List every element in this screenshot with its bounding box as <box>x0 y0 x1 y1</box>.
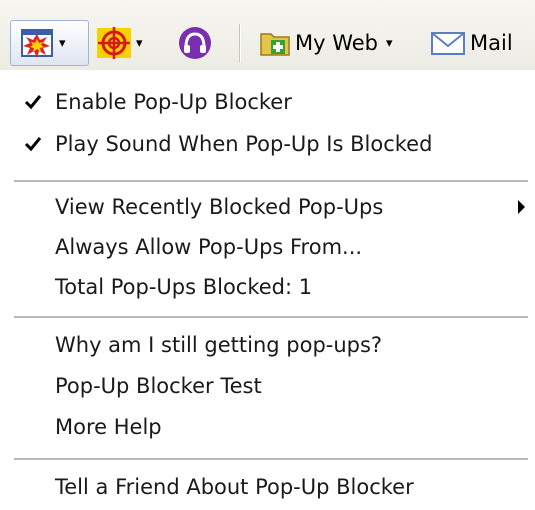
popup-blocker-burst-icon <box>19 25 55 61</box>
menu-item-label: More Help <box>55 415 162 439</box>
menu-item-label: Play Sound When Pop-Up Is Blocked <box>55 132 433 156</box>
checkmark-icon <box>24 135 42 153</box>
headphones-button[interactable] <box>178 25 212 61</box>
menu-item-label: Total Pop-Ups Blocked: 1 <box>55 275 313 299</box>
my-web-label: My Web <box>295 31 379 55</box>
menu-item-label: Pop-Up Blocker Test <box>55 374 262 398</box>
headphones-icon <box>178 26 212 60</box>
menu-item-play-sound[interactable]: Play Sound When Pop-Up Is Blocked <box>0 124 535 164</box>
menu-item-label: View Recently Blocked Pop-Ups <box>55 195 384 219</box>
menu-item-tell-a-friend[interactable]: Tell a Friend About Pop-Up Blocker <box>0 467 535 507</box>
menu-item-label: Tell a Friend About Pop-Up Blocker <box>55 475 414 499</box>
menu-separator <box>14 316 528 318</box>
menu-item-blocker-test[interactable]: Pop-Up Blocker Test <box>0 366 535 406</box>
checkmark-icon <box>24 93 42 111</box>
submenu-arrow-icon <box>518 200 525 214</box>
menu-separator <box>14 458 528 460</box>
envelope-icon <box>430 29 466 57</box>
mail-label: Mail <box>470 31 513 55</box>
menu-item-label: Enable Pop-Up Blocker <box>55 90 292 114</box>
popup-blocker-button[interactable]: ▾ <box>10 20 89 66</box>
menu-item-always-allow[interactable]: Always Allow Pop-Ups From... <box>0 227 535 267</box>
menu-item-view-recently-blocked[interactable]: View Recently Blocked Pop-Ups <box>0 187 535 227</box>
crosshair-button[interactable]: ▾ <box>96 22 143 64</box>
popup-blocker-menu: Enable Pop-Up Blocker Play Sound When Po… <box>0 70 535 510</box>
mail-button[interactable]: Mail <box>430 24 513 62</box>
menu-item-label: Always Allow Pop-Ups From... <box>55 235 363 259</box>
toolbar-separator <box>239 24 241 62</box>
menu-item-label: Why am I still getting pop-ups? <box>55 333 383 357</box>
chevron-down-icon[interactable]: ▾ <box>386 37 393 50</box>
my-web-button[interactable]: My Web ▾ <box>259 24 393 62</box>
menu-item-total-blocked[interactable]: Total Pop-Ups Blocked: 1 <box>0 267 535 307</box>
menu-item-enable-popup-blocker[interactable]: Enable Pop-Up Blocker <box>0 82 535 122</box>
menu-item-more-help[interactable]: More Help <box>0 407 535 447</box>
folder-plus-icon <box>259 27 293 59</box>
menu-separator <box>14 180 528 182</box>
menu-item-why-popups[interactable]: Why am I still getting pop-ups? <box>0 325 535 365</box>
toolbar: ▾ ▾ My Web ▾ Mail <box>0 0 535 70</box>
chevron-down-icon[interactable]: ▾ <box>59 37 66 50</box>
crosshair-target-icon <box>96 25 132 61</box>
chevron-down-icon[interactable]: ▾ <box>136 37 143 50</box>
